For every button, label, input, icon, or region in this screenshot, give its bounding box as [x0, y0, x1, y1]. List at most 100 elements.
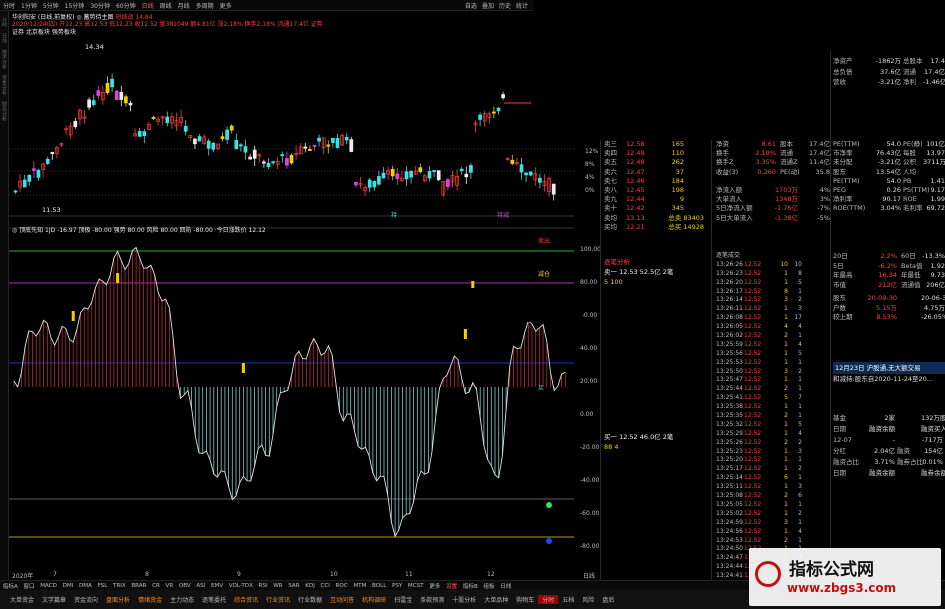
trade-volume: 1: [798, 332, 802, 340]
indicator-tab[interactable]: RSI: [256, 583, 271, 589]
trade-row: 13:25:29 12.52 1 4: [716, 430, 832, 439]
indicator-tab[interactable]: VR: [163, 583, 176, 589]
candle-body: [331, 137, 335, 143]
candle-body: [105, 82, 110, 93]
tab-monthly[interactable]: 月线: [175, 1, 193, 10]
function-tab[interactable]: 主力动态: [166, 595, 198, 604]
trade-row: 13:25:38 12.52 1 1: [716, 403, 832, 412]
trade-price: 12.52: [744, 260, 762, 268]
candles: [13, 73, 556, 201]
indicator-tab[interactable]: 日线: [497, 582, 514, 590]
indicator-tab[interactable]: MCST: [405, 583, 426, 589]
watchlist-button[interactable]: 自选: [465, 1, 477, 10]
order-analysis: 逐笔分析 卖一 12.53 52.5亿 2笔 5 100: [604, 257, 708, 287]
tick-trades[interactable]: 逐笔成交 13:26:26 12.52 10 10 13:26:23 12.52 1 8 13:…: [716, 252, 832, 581]
order-analysis-title[interactable]: 逐笔分析: [604, 257, 708, 267]
function-tab[interactable]: 大单品种: [480, 595, 512, 604]
function-tab[interactable]: 盘面分析: [102, 595, 134, 604]
tab-daily[interactable]: 日线: [139, 1, 157, 10]
indicator-tab[interactable]: MACD: [37, 583, 59, 589]
candle-body: [459, 168, 464, 172]
tab-weekly[interactable]: 周线: [157, 1, 175, 10]
indicator-tab[interactable]: DMI: [60, 583, 76, 589]
trade-volume: 1: [798, 474, 802, 482]
notice-line-2[interactable]: 和减持:股东自2020-11-24至20...: [833, 375, 933, 383]
indicator-tab[interactable]: BRAR: [129, 583, 150, 589]
tab-15min[interactable]: 15分钟: [62, 1, 88, 10]
function-tab[interactable]: 互动问答: [326, 595, 358, 604]
trade-price: 12.52: [744, 358, 762, 366]
function-tab[interactable]: 购物车: [512, 595, 538, 604]
indicator-tab[interactable]: FSL: [95, 583, 110, 589]
summary-row: 20日 2.2% 60日 -13.3%: [833, 252, 945, 260]
function-tab[interactable]: 风险: [578, 595, 598, 604]
function-tab[interactable]: 文学篇章: [38, 595, 70, 604]
function-tab[interactable]: 分时: [538, 595, 559, 604]
indicator-tab[interactable]: 设置: [443, 582, 460, 590]
tab-multi-period[interactable]: 多周期: [193, 1, 217, 10]
tab-fenshi[interactable]: 分时: [0, 1, 18, 10]
function-tab[interactable]: 十股分析: [448, 595, 480, 604]
side-tab-daily[interactable]: 日线: [1, 33, 8, 43]
function-tab[interactable]: 扫雷宝: [390, 595, 416, 604]
notice-line-1[interactable]: 12月23日 沪股通,无大额交易: [833, 362, 945, 374]
indicator-tab[interactable]: 窗口: [21, 582, 38, 590]
function-tab[interactable]: 盘后: [598, 595, 618, 604]
tab-60min[interactable]: 60分钟: [113, 1, 139, 10]
trade-volume: 3: [784, 518, 788, 526]
stats-button[interactable]: 统计: [516, 1, 528, 10]
indicator-tab[interactable]: WR: [270, 583, 285, 589]
tab-more[interactable]: 更多: [217, 1, 235, 10]
indicator-tab[interactable]: CCI: [318, 583, 333, 589]
indicator-tab[interactable]: ASI: [194, 583, 209, 589]
candle-body: [308, 148, 312, 151]
indicator-tab[interactable]: PSY: [389, 583, 405, 589]
indicator-tab[interactable]: 指标A: [0, 582, 21, 590]
candle-body: [349, 139, 354, 152]
tab-5min[interactable]: 5分钟: [40, 1, 62, 10]
trade-volume: 1: [798, 358, 802, 366]
tab-1min[interactable]: 1分钟: [18, 1, 40, 10]
indicator-tab[interactable]: DMA: [76, 583, 95, 589]
trade-price: 12.52: [744, 500, 762, 508]
history-button[interactable]: 历史: [499, 1, 511, 10]
tab-30min[interactable]: 30分钟: [87, 1, 113, 10]
indicator-tab[interactable]: KDJ: [302, 583, 317, 589]
indicator-tab[interactable]: EMV: [208, 583, 226, 589]
indicator-tab[interactable]: TRIX: [110, 583, 128, 589]
side-tab-tech[interactable]: 技术分析: [1, 49, 8, 69]
side-tab-fenshi[interactable]: 分时: [1, 17, 8, 27]
indicator-tab[interactable]: CR: [149, 583, 162, 589]
fin-metrics: PE(TTM) 54.0 PE(静) 101亿 市净率 76.43亿 每股 13.97 未分…: [833, 140, 945, 214]
indicator-tab[interactable]: 更多: [426, 582, 443, 590]
function-tab[interactable]: 行业资讯: [262, 595, 294, 604]
indicator-tab[interactable]: ROC: [333, 583, 351, 589]
stat-row: [716, 177, 830, 186]
indicator-tab[interactable]: VOL-TDX: [226, 583, 256, 589]
indicator-tab[interactable]: OBV: [176, 583, 194, 589]
function-tab[interactable]: 行业数据: [294, 595, 326, 604]
function-tab[interactable]: 五档: [558, 595, 578, 604]
indicator-tab[interactable]: SAR: [285, 583, 302, 589]
trade-row: 13:26:20 12.52 1 5: [716, 279, 832, 288]
overlay-button[interactable]: 叠加: [482, 1, 494, 10]
function-tab[interactable]: 大单资金: [6, 595, 38, 604]
side-tab-fund[interactable]: 资金分析: [1, 75, 8, 95]
function-tab[interactable]: 条款预测: [416, 595, 448, 604]
trade-time: 13:25:02: [716, 509, 743, 517]
news-notice[interactable]: 12月23日 沪股通,无大额交易 和减持:股东自2020-11-24至20...: [833, 362, 945, 384]
indicator-tab[interactable]: BOLL: [369, 583, 389, 589]
function-tab[interactable]: 资金流向: [70, 595, 102, 604]
indicator-tab[interactable]: 组板: [481, 582, 498, 590]
indicator-tick: 40.00: [580, 345, 598, 352]
indicator-tab[interactable]: MTM: [351, 583, 370, 589]
candle-body: [501, 94, 505, 99]
function-tab[interactable]: 综合资讯: [230, 595, 262, 604]
function-tab[interactable]: 逐笔委托: [198, 595, 230, 604]
indicator-tab[interactable]: 指标B: [460, 582, 481, 590]
side-tab-finance[interactable]: 财务分析: [1, 101, 8, 121]
function-tab[interactable]: 机构调研: [358, 595, 390, 604]
candle-body: [519, 164, 524, 173]
candle-body: [303, 146, 308, 149]
function-tab[interactable]: 情绪资金: [134, 595, 166, 604]
